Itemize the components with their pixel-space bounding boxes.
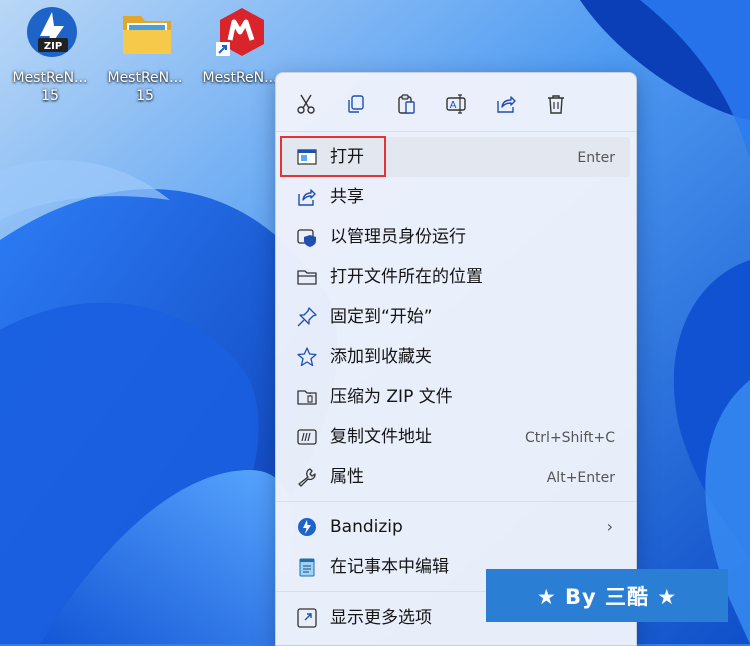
menu-item-pin-to-start[interactable]: 固定到“开始” (280, 297, 630, 337)
menu-item-bandizip[interactable]: Bandizip › (280, 507, 630, 547)
notepad-icon (297, 557, 317, 577)
paste-icon (398, 94, 415, 114)
menu-separator (276, 131, 636, 132)
menu-item-add-to-favorites[interactable]: 添加到收藏夹 (280, 337, 630, 377)
paste-button[interactable] (391, 89, 421, 119)
desktop-icon-label: MestReN... (202, 70, 278, 86)
menu-item-label: 打开文件所在的位置 (330, 267, 483, 287)
menu-item-label: 压缩为 ZIP 文件 (330, 387, 453, 407)
desktop-icon-folder[interactable]: MestReN... 15 (99, 2, 191, 106)
menu-item-label: 复制文件地址 (330, 427, 432, 447)
highlight-annotation-box (280, 136, 386, 177)
menu-item-shortcut: Ctrl+Shift+C (525, 430, 615, 446)
cut-button[interactable] (291, 89, 321, 119)
menu-item-label: 共享 (330, 187, 364, 207)
watermark-banner: ★ By 三酷 ★ (486, 569, 728, 622)
star-icon (297, 347, 317, 367)
copy-path-icon (297, 427, 317, 447)
menu-item-copy-path[interactable]: 复制文件地址 Ctrl+Shift+C (280, 417, 630, 457)
copy-button[interactable] (341, 89, 371, 119)
wrench-icon (297, 467, 317, 487)
share-icon (297, 187, 317, 207)
menu-item-compress-zip[interactable]: 压缩为 ZIP 文件 (280, 377, 630, 417)
menu-item-label: 在记事本中编辑 (330, 557, 449, 577)
rename-icon: A (446, 94, 466, 114)
menu-item-open-file-location[interactable]: 打开文件所在的位置 (280, 257, 630, 297)
zip-archive-icon: ZIP (27, 7, 77, 57)
mestrenova-shortcut-icon (216, 8, 264, 56)
copy-icon (348, 95, 364, 113)
svg-text:ZIP: ZIP (44, 41, 62, 52)
menu-item-label: 固定到“开始” (330, 307, 433, 327)
svg-text:A: A (450, 100, 457, 111)
desktop-icon-zip[interactable]: ZIP MestReN... 15 (4, 2, 96, 106)
desktop-icon-label: MestReN... 15 (12, 70, 88, 104)
quick-actions-bar: A (276, 73, 636, 131)
menu-item-label: 属性 (330, 467, 364, 487)
delete-button[interactable] (541, 89, 571, 119)
menu-item-label: 添加到收藏夹 (330, 347, 432, 367)
share-button[interactable] (491, 89, 521, 119)
desktop-icon-label: MestReN... 15 (107, 70, 183, 104)
bandizip-icon (297, 517, 317, 537)
desktop-icon-mestrenova[interactable]: MestReN... (194, 2, 286, 106)
menu-item-shortcut: Alt+Enter (546, 470, 615, 486)
admin-shield-icon (297, 227, 317, 247)
menu-item-label: Bandizip (330, 517, 403, 537)
chevron-right-icon: › (606, 517, 613, 536)
menu-item-shortcut: Enter (577, 150, 615, 166)
more-options-icon (297, 608, 317, 628)
pin-icon (297, 307, 317, 327)
menu-item-label: 显示更多选项 (330, 608, 432, 628)
menu-separator (276, 501, 636, 502)
cut-icon (297, 94, 315, 114)
delete-icon (548, 95, 564, 114)
zip-file-icon (297, 387, 317, 407)
folder-outline-icon (297, 267, 317, 287)
rename-button[interactable]: A (441, 89, 471, 119)
menu-item-properties[interactable]: 属性 Alt+Enter (280, 457, 630, 497)
menu-item-run-as-admin[interactable]: 以管理员身份运行 (280, 217, 630, 257)
menu-item-share[interactable]: 共享 (280, 177, 630, 217)
share-icon (497, 96, 516, 113)
menu-item-label: 以管理员身份运行 (330, 227, 466, 247)
folder-icon (123, 16, 171, 54)
